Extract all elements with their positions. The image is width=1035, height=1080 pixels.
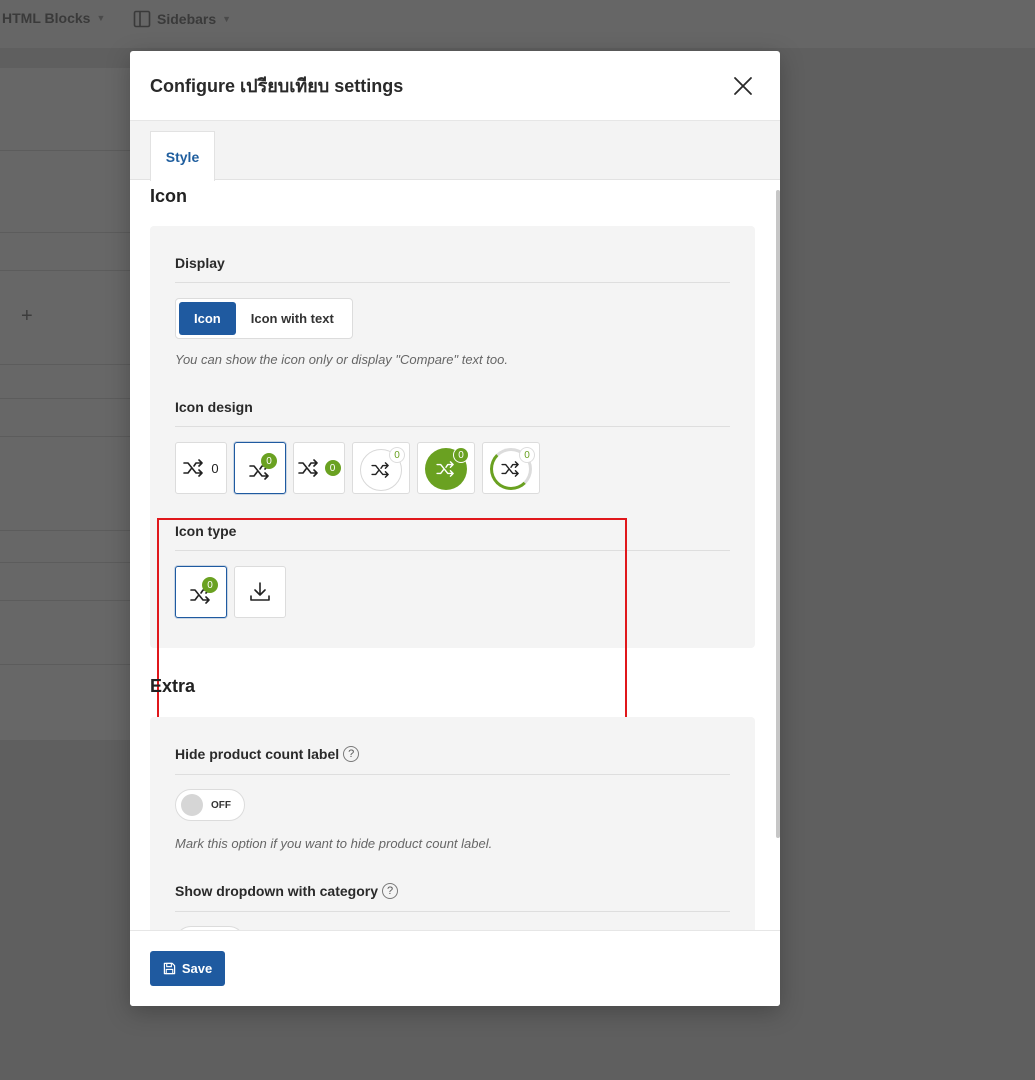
display-label: Display — [175, 255, 225, 271]
nav-html-blocks-label: HTML Blocks — [2, 10, 91, 26]
background-panel — [0, 68, 130, 740]
icon-design-count-side-badge[interactable]: 0 — [293, 442, 345, 494]
icon-design-label-text: Icon design — [175, 399, 253, 415]
shuffle-icon — [297, 459, 318, 477]
hide-count-label: Hide product count label ? — [175, 746, 360, 762]
icon-type-label: Icon type — [175, 523, 236, 539]
divider — [175, 911, 730, 912]
count-badge: 0 — [261, 453, 277, 469]
display-hint: You can show the icon only or display "C… — [175, 352, 508, 367]
save-button[interactable]: Save — [150, 951, 225, 986]
save-button-label: Save — [181, 961, 213, 976]
icon-design-count-inline[interactable]: 0 — [175, 442, 227, 494]
background-divider — [0, 436, 130, 437]
icon-type-download[interactable] — [234, 566, 286, 618]
tab-style[interactable]: Style — [150, 131, 215, 181]
hide-count-hint: Mark this option if you want to hide pro… — [175, 836, 493, 851]
dropdown-category-label: Show dropdown with category ? — [175, 883, 398, 899]
floppy-disk-icon — [163, 962, 176, 975]
hide-count-toggle[interactable]: OFF — [175, 789, 245, 821]
help-icon[interactable]: ? — [382, 883, 398, 899]
divider — [175, 426, 730, 427]
background-divider — [0, 232, 130, 233]
chevron-down-icon: ▼ — [96, 13, 106, 23]
help-icon[interactable]: ? — [343, 746, 360, 762]
nav-html-blocks[interactable]: HTML Blocks ▼ — [2, 10, 105, 26]
count-badge: 0 — [453, 447, 469, 463]
nav-sidebars[interactable]: Sidebars ▼ — [133, 10, 231, 28]
hide-count-label-text: Hide product count label — [175, 746, 340, 762]
add-block-icon[interactable]: + — [21, 305, 33, 328]
count-badge: 0 — [519, 447, 535, 463]
modal-content: Icon Display Icon Icon with text You can… — [130, 180, 780, 930]
sidebar-layout-icon — [133, 10, 151, 28]
dropdown-category-label-text: Show dropdown with category — [175, 883, 378, 899]
background-divider — [0, 600, 130, 601]
icon-type-options: 0 — [175, 566, 286, 618]
display-option-icon-with-text[interactable]: Icon with text — [236, 302, 349, 335]
shuffle-icon — [501, 461, 519, 477]
count-badge: 0 — [324, 460, 341, 476]
icon-design-circle-filled[interactable]: 0 — [417, 442, 475, 494]
count-badge: 0 — [389, 447, 405, 463]
shuffle-icon — [436, 461, 454, 477]
close-button[interactable] — [726, 69, 760, 103]
divider — [175, 282, 730, 283]
background-divider — [0, 530, 130, 531]
nav-sidebars-label: Sidebars — [157, 11, 217, 27]
icon-settings-group: Display Icon Icon with text You can show… — [150, 226, 755, 648]
background-divider — [0, 398, 130, 399]
icon-design-circle-border-accent[interactable]: 0 — [482, 442, 540, 494]
icon-design-count-badge[interactable]: 0 — [234, 442, 286, 494]
background-divider — [0, 562, 130, 563]
display-label-text: Display — [175, 255, 225, 271]
divider — [175, 550, 730, 551]
section-title-extra: Extra — [150, 676, 196, 696]
icon-type-shuffle[interactable]: 0 — [175, 566, 227, 618]
icon-design-options: 0 0 0 0 0 0 — [175, 442, 540, 494]
section-title-icon: Icon — [150, 186, 188, 206]
modal-title: Configure เปรียบเทียบ settings — [150, 76, 404, 96]
display-segmented-control: Icon Icon with text — [175, 298, 353, 339]
background-divider — [0, 664, 130, 665]
close-icon — [734, 76, 752, 95]
modal-header: Configure เปรียบเทียบ settings — [130, 51, 780, 121]
icon-type-label-text: Icon type — [175, 523, 237, 539]
shuffle-icon — [371, 462, 389, 478]
shuffle-icon — [183, 459, 204, 477]
display-option-icon[interactable]: Icon — [179, 302, 236, 335]
icon-design-label: Icon design — [175, 399, 253, 415]
configure-settings-modal: Configure เปรียบเทียบ settings Style Ico… — [130, 51, 780, 1006]
count-badge: 0 — [202, 577, 218, 593]
background-divider — [0, 150, 130, 151]
background-divider — [0, 364, 130, 365]
tab-bar: Style — [130, 121, 780, 181]
toggle-knob — [181, 794, 203, 816]
scrollbar[interactable] — [776, 190, 780, 838]
download-icon — [250, 582, 270, 601]
modal-footer: Save — [130, 930, 780, 1006]
chevron-down-icon: ▼ — [222, 14, 232, 24]
icon-design-circle-outline[interactable]: 0 — [352, 442, 410, 494]
background-divider — [0, 270, 130, 271]
count-text: 0 — [211, 460, 219, 476]
divider — [175, 774, 730, 775]
toggle-state: OFF — [211, 799, 231, 811]
extra-settings-group: Hide product count label ? OFF Mark this… — [150, 717, 755, 930]
